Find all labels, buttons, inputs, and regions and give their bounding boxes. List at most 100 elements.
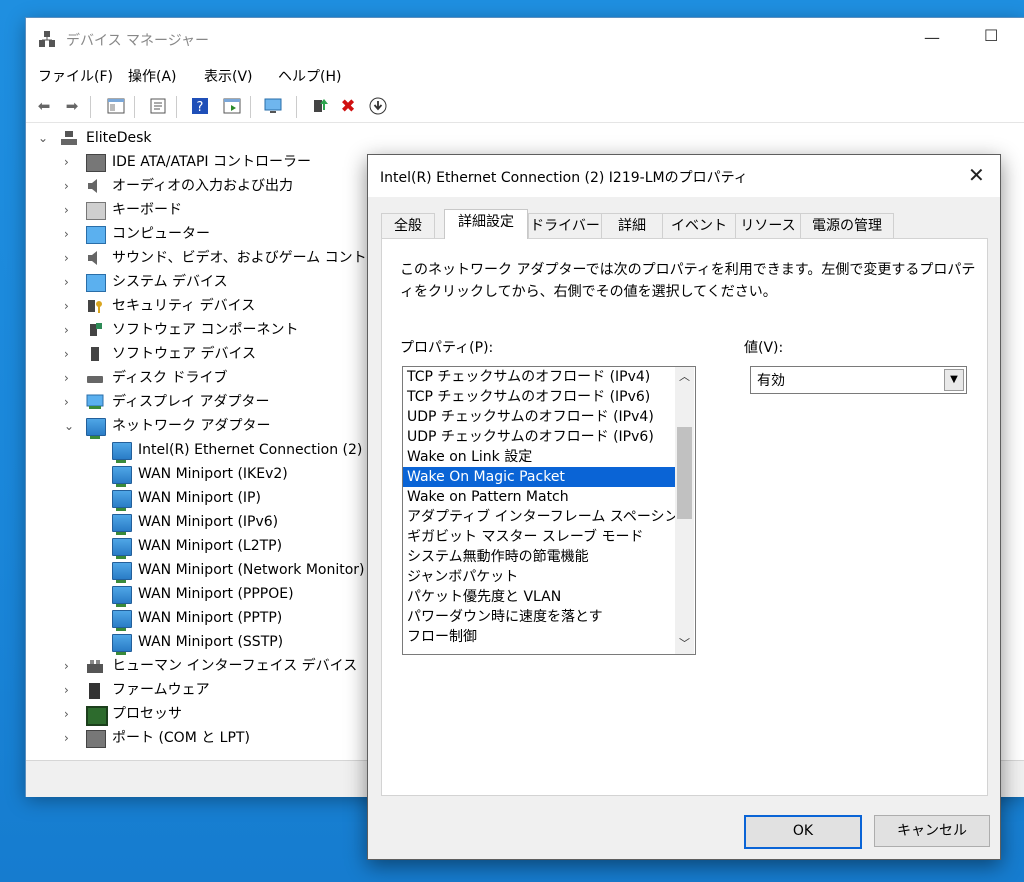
ok-button[interactable]: OK	[744, 815, 862, 849]
tree-item-label: コンピューター	[112, 226, 210, 242]
expand-chevron-icon[interactable]: ›	[64, 174, 78, 198]
tree-item[interactable]: › ポート (COM と LPT)	[26, 726, 371, 750]
expand-chevron-icon[interactable]: ›	[64, 366, 78, 390]
menu-help[interactable]: ヘルプ(H)	[278, 66, 341, 86]
property-item[interactable]: パケット優先度と VLAN	[403, 587, 675, 607]
expand-chevron-icon[interactable]: ›	[64, 294, 78, 318]
tree-item[interactable]: › ソフトウェア デバイス	[26, 342, 371, 366]
tree-item[interactable]: › ファームウェア	[26, 678, 371, 702]
property-item[interactable]: アダプティブ インターフレーム スペーシング	[403, 507, 693, 527]
property-item[interactable]: システム無動作時の節電機能	[403, 547, 675, 567]
tree-item-label: キーボード	[112, 202, 182, 218]
tree-item[interactable]: › コンピューター	[26, 222, 371, 246]
tab-driver[interactable]: ドライバー	[528, 213, 602, 238]
property-item[interactable]: パワーダウン時に速度を落とす	[403, 607, 675, 627]
property-item[interactable]: Wake on Link 設定	[403, 447, 675, 467]
computer-icon	[60, 130, 78, 146]
expand-chevron-icon[interactable]: ›	[64, 150, 78, 174]
tree-item[interactable]: WAN Miniport (IKEv2)	[26, 462, 371, 487]
tab-advanced[interactable]: 詳細設定	[444, 209, 528, 239]
tree-item[interactable]: WAN Miniport (L2TP)	[26, 534, 371, 559]
dropdown-arrow-icon[interactable]: ▼	[944, 369, 964, 391]
expand-chevron-icon[interactable]: ›	[64, 270, 78, 294]
tree-item[interactable]: › プロセッサ	[26, 702, 371, 726]
tree-item[interactable]: › オーディオの入力および出力	[26, 174, 371, 198]
property-item[interactable]: フロー制御	[403, 627, 675, 647]
property-item-selected[interactable]: Wake On Magic Packet	[403, 467, 675, 487]
tree-item[interactable]: WAN Miniport (PPTP)	[26, 606, 371, 631]
scroll-up-chevron-icon[interactable]: ︿	[675, 367, 694, 387]
uninstall-x-icon[interactable]: ✖	[338, 96, 358, 117]
help-icon[interactable]: ?	[190, 96, 210, 116]
disk-drive-icon	[86, 370, 104, 386]
property-item[interactable]: TCP チェックサムのオフロード (IPv4)	[403, 367, 675, 387]
value-select[interactable]: 有効 ▼	[750, 366, 967, 394]
tree-item[interactable]: › IDE ATA/ATAPI コントローラー	[26, 150, 371, 174]
network-adapter-icon	[86, 418, 106, 439]
property-item[interactable]: Wake on Pattern Match	[403, 487, 675, 507]
property-item[interactable]: ジャンボパケット	[403, 567, 675, 587]
tree-item[interactable]: › セキュリティ デバイス	[26, 294, 371, 318]
tab-general[interactable]: 全般	[381, 213, 435, 238]
property-list-scrollbar[interactable]: ︿ ﹀	[675, 367, 694, 654]
tree-item[interactable]: › ヒューマン インターフェイス デバイス	[26, 654, 371, 678]
tree-item[interactable]: WAN Miniport (Network Monitor)	[26, 558, 371, 583]
expand-chevron-icon[interactable]: ›	[64, 702, 78, 726]
tree-item[interactable]: WAN Miniport (PPPOE)	[26, 582, 371, 607]
collapse-chevron-icon[interactable]: ⌄	[38, 126, 52, 150]
tree-item[interactable]: › ソフトウェア コンポーネント	[26, 318, 371, 342]
tree-item[interactable]: › サウンド、ビデオ、およびゲーム コントローラー	[26, 246, 371, 270]
show-hide-console-tree-icon[interactable]	[106, 96, 126, 116]
network-adapter-icon	[112, 466, 132, 487]
tree-item[interactable]: › ディスプレイ アダプター	[26, 390, 371, 414]
tab-power-management[interactable]: 電源の管理	[800, 213, 894, 238]
expand-chevron-icon[interactable]: ›	[64, 654, 78, 678]
minimize-button[interactable]: —	[924, 28, 940, 47]
expand-chevron-icon[interactable]: ›	[64, 726, 78, 750]
expand-chevron-icon[interactable]: ›	[64, 198, 78, 222]
tree-item[interactable]: WAN Miniport (IP)	[26, 486, 371, 511]
tab-events[interactable]: イベント	[662, 213, 736, 238]
forward-arrow-icon[interactable]: ➡	[62, 96, 82, 116]
tree-item[interactable]: › キーボード	[26, 198, 371, 222]
property-item[interactable]: UDP チェックサムのオフロード (IPv6)	[403, 427, 675, 447]
properties-icon[interactable]	[148, 96, 168, 116]
tree-item-label: IDE ATA/ATAPI コントローラー	[112, 154, 312, 170]
update-driver-icon[interactable]	[310, 96, 330, 116]
menu-bar: ファイル(F) 操作(A) 表示(V) ヘルプ(H)	[26, 62, 1024, 88]
expand-chevron-icon[interactable]: ›	[64, 678, 78, 702]
property-item[interactable]: TCP チェックサムのオフロード (IPv6)	[403, 387, 675, 407]
expand-chevron-icon[interactable]: ›	[64, 318, 78, 342]
tree-item-intel-ethernet[interactable]: Intel(R) Ethernet Connection (2) I219-LM	[26, 438, 371, 463]
property-item[interactable]: UDP チェックサムのオフロード (IPv4)	[403, 407, 675, 427]
tree-root[interactable]: ⌄ EliteDesk	[26, 126, 371, 150]
scan-hardware-icon[interactable]	[264, 96, 284, 116]
tree-item[interactable]: › システム デバイス	[26, 270, 371, 294]
expand-chevron-icon[interactable]: ›	[64, 390, 78, 414]
property-listbox[interactable]: TCP チェックサムのオフロード (IPv4) TCP チェックサムのオフロード…	[402, 366, 696, 655]
tree-item[interactable]: WAN Miniport (IPv6)	[26, 510, 371, 535]
collapse-chevron-icon[interactable]: ⌄	[64, 414, 78, 438]
download-circle-icon[interactable]	[368, 96, 388, 116]
expand-chevron-icon[interactable]: ›	[64, 222, 78, 246]
tab-resources[interactable]: リソース	[735, 213, 801, 238]
tab-details[interactable]: 詳細	[601, 213, 663, 238]
tree-item[interactable]: › ディスク ドライブ	[26, 366, 371, 390]
expand-chevron-icon[interactable]: ›	[64, 246, 78, 270]
menu-file[interactable]: ファイル(F)	[38, 66, 113, 86]
tree-root-label: EliteDesk	[86, 130, 152, 146]
device-tree: ⌄ EliteDesk › IDE ATA/ATAPI コントローラー › オーディ…	[26, 124, 371, 760]
menu-action[interactable]: 操作(A)	[128, 66, 177, 86]
maximize-button[interactable]: ☐	[984, 26, 998, 45]
tree-item[interactable]: WAN Miniport (SSTP)	[26, 630, 371, 655]
cancel-button[interactable]: キャンセル	[874, 815, 990, 847]
close-icon[interactable]: ✕	[968, 163, 985, 187]
property-item[interactable]: ギガビット マスター スレーブ モード	[403, 527, 675, 547]
back-arrow-icon[interactable]: ⬅	[34, 96, 54, 116]
expand-chevron-icon[interactable]: ›	[64, 342, 78, 366]
action-pane-icon[interactable]	[222, 96, 242, 116]
scroll-down-chevron-icon[interactable]: ﹀	[675, 634, 694, 654]
tree-item-network-adapters[interactable]: ⌄ ネットワーク アダプター	[26, 414, 371, 439]
scrollbar-thumb[interactable]	[677, 427, 692, 519]
menu-view[interactable]: 表示(V)	[204, 66, 253, 86]
